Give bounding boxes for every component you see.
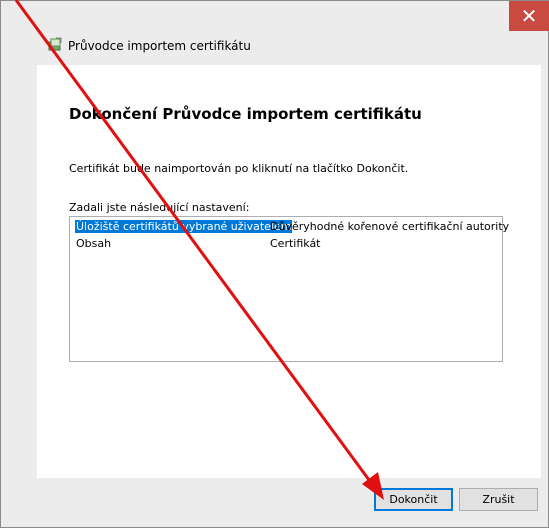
cancel-button[interactable]: Zrušit <box>459 488 538 511</box>
close-button[interactable]: ✕ <box>509 1 549 31</box>
setting-value: Certifikát <box>270 237 321 250</box>
list-item[interactable]: Úložiště certifikátů vybrané uživatelem … <box>70 219 509 235</box>
setting-value: Důvěryhodné kořenové certifikační autori… <box>270 220 510 233</box>
settings-list[interactable]: Úložiště certifikátů vybrané uživatelem … <box>69 216 509 362</box>
window-title: Průvodce importem certifikátu <box>68 39 251 53</box>
setting-name: Obsah <box>76 237 112 250</box>
close-icon: ✕ <box>520 4 538 28</box>
settings-list-label: Zadali jste následující nastavení: <box>69 201 250 214</box>
page-title: Dokončení Průvodce importem certifikátu <box>69 105 422 123</box>
certificate-wizard-icon <box>48 37 62 51</box>
wizard-content: Dokončení Průvodce importem certifikátu … <box>37 65 541 478</box>
list-item[interactable]: Obsah Certifikát <box>70 236 500 252</box>
wizard-window: ✕ Průvodce importem certifikátu Dokončen… <box>0 0 549 528</box>
info-text: Certifikát bude naimportován po kliknutí… <box>69 162 409 175</box>
finish-button[interactable]: Dokončit <box>374 488 453 511</box>
setting-name: Úložiště certifikátů vybrané uživatelem <box>75 220 293 233</box>
